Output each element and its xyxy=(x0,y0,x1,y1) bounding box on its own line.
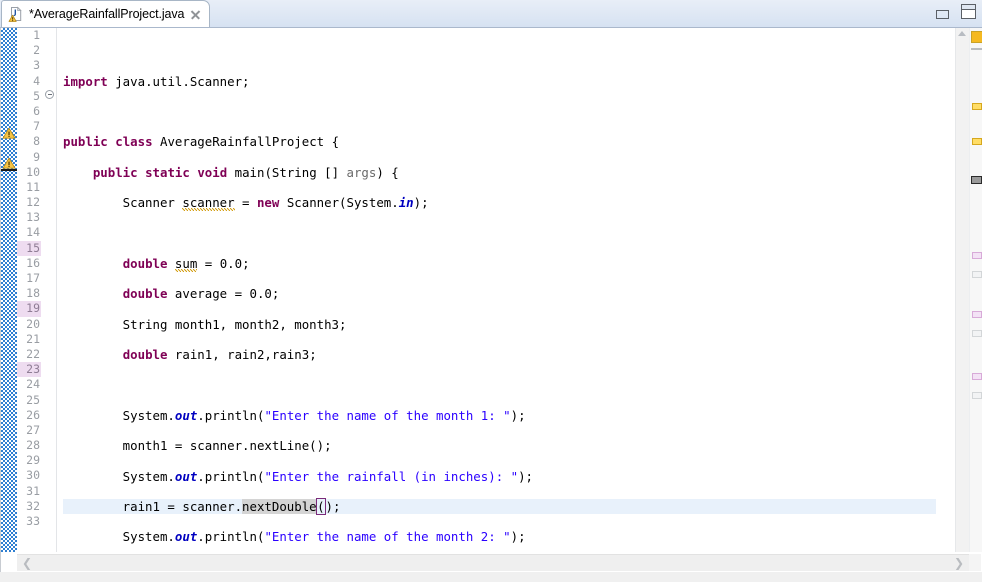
warning-summary-icon[interactable] xyxy=(971,31,982,43)
maximize-icon[interactable] xyxy=(961,4,976,19)
overview-marker-change[interactable] xyxy=(972,392,982,399)
line-number: 11 xyxy=(26,179,40,194)
code-line[interactable]: String month1, month2, month3; xyxy=(63,317,936,332)
editor-right-rulers xyxy=(955,28,982,552)
code-line[interactable]: import java.util.Scanner; xyxy=(63,74,936,89)
line-number: 21 xyxy=(26,331,40,346)
java-file-warning-icon: J xyxy=(8,6,24,22)
line-number: 16 xyxy=(26,255,40,270)
editor-body: 1 2 3 4 5 6 7 8 9 10 11 12 13 14 15 16 17 18 19 20 21 22 23 24 2… xyxy=(0,28,982,552)
code-line-current[interactable]: rain1 = scanner.nextDouble(); xyxy=(57,498,955,516)
annotation-marker-bar[interactable] xyxy=(1,28,17,552)
code-area[interactable]: import java.util.Scanner; public class A… xyxy=(57,28,955,552)
eclipse-java-editor-window: J *AverageRainfallProject.java 1 2 3 4 5… xyxy=(0,0,982,582)
warning-marker-icon[interactable] xyxy=(2,126,16,140)
line-number: 26 xyxy=(26,407,40,422)
overview-marker-change[interactable] xyxy=(972,271,982,278)
overview-marker-current[interactable] xyxy=(971,176,982,184)
line-number: 4 xyxy=(33,73,40,88)
line-number: 30 xyxy=(26,468,40,483)
line-number: 13 xyxy=(26,210,40,225)
editor-tab-title: *AverageRainfallProject.java xyxy=(29,7,185,21)
overview-ruler-divider xyxy=(971,48,982,50)
vertical-scrollbar[interactable] xyxy=(956,28,969,552)
line-number: 6 xyxy=(33,103,40,118)
window-footer xyxy=(0,572,982,582)
marker-bar-caret-indicator xyxy=(1,169,17,171)
code-line[interactable]: Scanner scanner = new Scanner(System.in)… xyxy=(63,195,936,212)
line-number: 18 xyxy=(26,286,40,301)
line-number: 33 xyxy=(26,514,40,528)
horizontal-scrollbar-row: ❮ ❯ xyxy=(0,552,982,572)
minimize-icon[interactable] xyxy=(936,10,949,19)
line-number: 15 xyxy=(17,240,41,256)
code-line[interactable] xyxy=(63,226,936,241)
line-number: 31 xyxy=(26,483,40,498)
code-line[interactable]: public class AverageRainfallProject { xyxy=(63,134,936,149)
line-number: 22 xyxy=(26,346,40,361)
line-number: 8 xyxy=(33,134,40,149)
line-number: 5 xyxy=(33,88,40,103)
overview-marker-change[interactable] xyxy=(972,311,982,318)
line-number: 2 xyxy=(33,43,40,58)
overview-marker-change[interactable] xyxy=(972,252,982,259)
line-number: 7 xyxy=(33,119,40,134)
scroll-right-icon[interactable]: ❯ xyxy=(954,557,964,569)
line-number: 23 xyxy=(17,362,41,378)
line-number-ruler: 1 2 3 4 5 6 7 8 9 10 11 12 13 14 15 16 17 18 19 20 21 22 23 24 2… xyxy=(17,28,43,552)
code-line[interactable] xyxy=(63,378,936,393)
overview-marker-warning[interactable] xyxy=(972,138,982,145)
horizontal-scrollbar[interactable]: ❮ ❯ xyxy=(17,553,969,571)
code-line[interactable]: System.out.println("Enter the rainfall (… xyxy=(63,469,936,484)
code-line[interactable]: double average = 0.0; xyxy=(63,286,936,301)
line-number: 19 xyxy=(17,301,41,317)
line-number: 24 xyxy=(26,377,40,392)
line-number: 14 xyxy=(26,225,40,240)
window-controls xyxy=(936,4,976,19)
line-number: 29 xyxy=(26,453,40,468)
code-line[interactable] xyxy=(63,43,936,58)
line-number: 28 xyxy=(26,438,40,453)
editor-tab-averagerainfallproject[interactable]: J *AverageRainfallProject.java xyxy=(1,0,211,27)
code-line[interactable]: public static void main(String [] args) … xyxy=(63,165,936,180)
scrollbar-corner xyxy=(969,553,981,571)
line-number: 1 xyxy=(33,28,40,42)
code-line[interactable]: double rain1, rain2,rain3; xyxy=(63,347,936,362)
code-line[interactable]: System.out.println("Enter the name of th… xyxy=(63,529,936,544)
code-line[interactable]: System.out.println("Enter the name of th… xyxy=(63,408,936,423)
code-line[interactable]: month1 = scanner.nextLine(); xyxy=(63,438,936,453)
code-lines: import java.util.Scanner; public class A… xyxy=(57,28,955,552)
line-number: 25 xyxy=(26,392,40,407)
overview-marker-change[interactable] xyxy=(972,330,982,337)
close-icon[interactable] xyxy=(189,8,202,21)
line-number: 20 xyxy=(26,316,40,331)
overview-marker-warning[interactable] xyxy=(972,103,982,110)
line-number: 10 xyxy=(26,164,40,179)
code-line[interactable]: double sum = 0.0; xyxy=(63,255,936,272)
scroll-up-icon[interactable] xyxy=(958,31,966,36)
fold-collapse-icon[interactable] xyxy=(45,90,54,99)
line-number: 3 xyxy=(33,58,40,73)
scroll-left-icon[interactable]: ❮ xyxy=(22,557,32,569)
line-number: 27 xyxy=(26,422,40,437)
line-number: 9 xyxy=(33,149,40,164)
warning-marker-icon[interactable] xyxy=(2,156,16,170)
line-number: 12 xyxy=(26,195,40,210)
overview-ruler[interactable] xyxy=(969,28,982,552)
code-folding-bar[interactable] xyxy=(43,28,57,552)
overview-marker-change[interactable] xyxy=(972,373,982,380)
editor-tab-bar: J *AverageRainfallProject.java xyxy=(0,0,982,28)
line-number: 32 xyxy=(26,498,40,513)
code-line[interactable] xyxy=(63,104,936,119)
svg-text:J: J xyxy=(13,9,17,17)
line-number: 17 xyxy=(26,271,40,285)
